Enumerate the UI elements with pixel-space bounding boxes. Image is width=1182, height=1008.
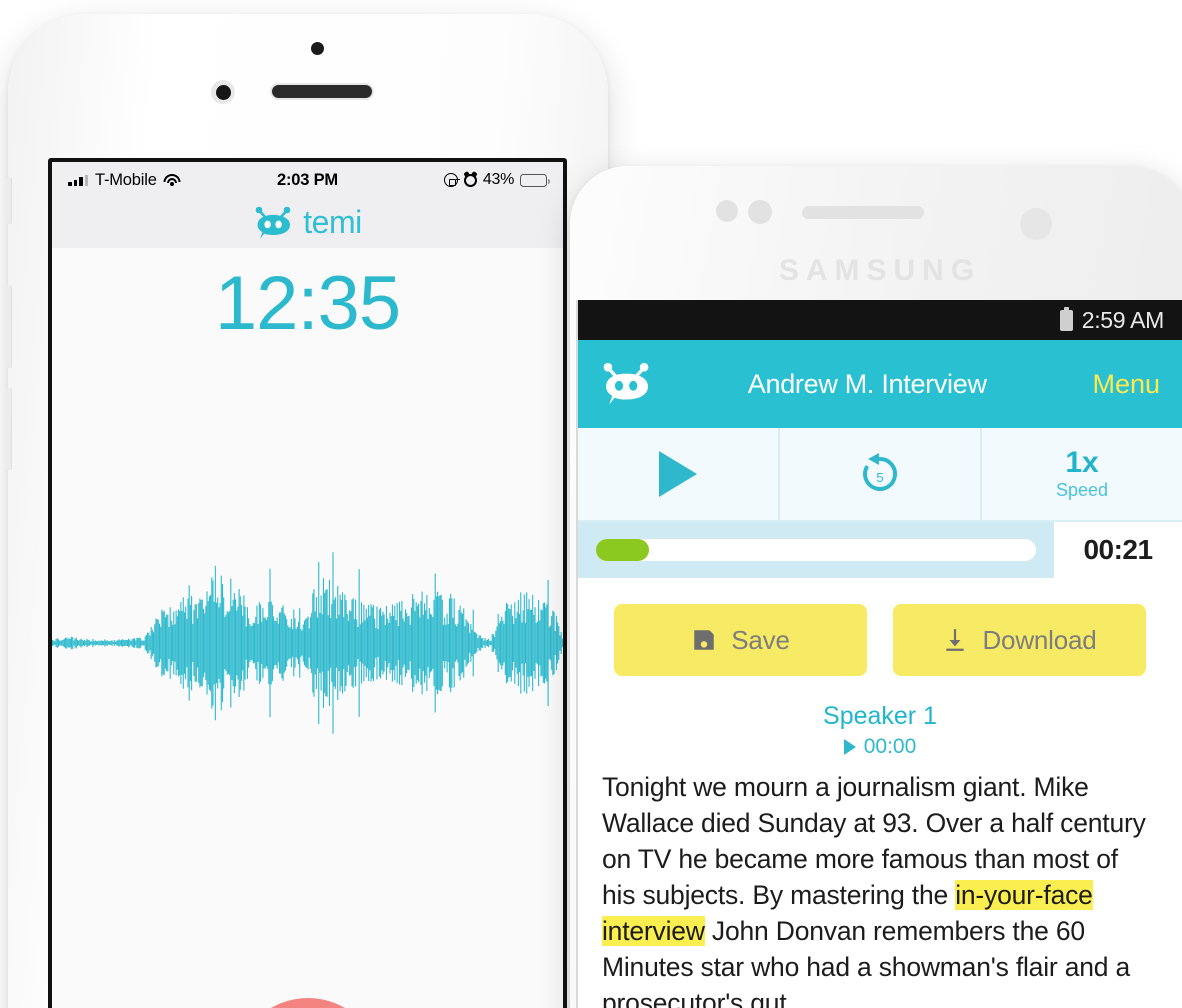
proximity-sensor-icon [748,200,772,224]
rotation-lock-icon [443,173,460,187]
save-button[interactable]: Save [614,604,867,676]
status-bar-time: 2:59 AM [1081,306,1165,333]
save-disk-icon [694,630,715,650]
pause-record-button[interactable] [234,998,381,1008]
transcript-panel[interactable]: Speaker 1 00:00 Tonight we mourn a journ… [578,692,1182,1008]
earpiece-speaker-icon [802,206,924,219]
playback-elapsed-time: 00:21 [1054,522,1182,578]
action-buttons-row: Save Download [578,578,1182,692]
speed-button[interactable]: 1x Speed [982,428,1182,520]
menu-button[interactable]: Menu [1092,369,1160,400]
temi-brand-bar: temi [52,198,563,248]
iphone-volume-down-button[interactable] [5,388,12,470]
play-button[interactable] [578,428,780,520]
rewind-5-icon: 5 [863,453,897,491]
battery-percent-label: 43% [482,171,514,188]
play-small-icon [843,739,856,755]
page-title: Andrew M. Interview [747,368,987,399]
recording-elapsed-time: 12:35 [214,261,401,346]
proximity-sensor-icon [211,80,235,104]
segment-timestamp-label: 00:00 [863,735,917,758]
progress-slider[interactable] [596,539,1036,561]
temi-robot-logo-icon [255,206,291,239]
download-arrow-icon [946,629,965,651]
front-camera-icon [311,42,324,55]
progress-fill [596,539,649,561]
samsung-screen: 2:59 AM Andrew M. Interview Menu 5 1x Sp… [576,300,1182,1008]
download-button-label: Download [982,624,1097,655]
samsung-device: SAMSUNG 2:59 AM Andrew M. Interview Menu [570,166,1182,1008]
transcript-text[interactable]: Tonight we mourn a journalism giant. Mik… [602,769,1158,1008]
battery-icon [520,173,550,187]
save-button-label: Save [731,624,790,655]
screenshot-root: T-Mobile 2:03 PM 43% temi 12:35 SAMSUNG … [0,0,1182,1008]
iphone-status-bar: T-Mobile 2:03 PM 43% [52,162,563,198]
download-button[interactable]: Download [893,604,1146,676]
rewind-5-button[interactable]: 5 [780,428,982,520]
battery-icon [1059,306,1073,331]
segment-timestamp[interactable]: 00:00 [602,735,1158,759]
earpiece-speaker-icon [272,85,372,98]
iphone-volume-up-button[interactable] [5,286,12,368]
android-status-bar: 2:59 AM [578,300,1182,340]
front-camera-icon [1020,208,1052,240]
temi-wordmark: temi [303,203,362,240]
svg-text:5: 5 [876,470,883,485]
samsung-brand-logo: SAMSUNG [778,254,982,287]
sensor-icon [716,200,738,222]
playback-controls: 5 1x Speed [578,428,1182,522]
audio-waveform [52,548,563,738]
play-icon [659,451,697,497]
iphone-device: T-Mobile 2:03 PM 43% temi 12:35 [5,14,611,1008]
app-header: Andrew M. Interview Menu [578,340,1182,428]
playback-progress-row: 00:21 [578,522,1182,578]
speaker-label: Speaker 1 [823,702,937,730]
iphone-mute-switch[interactable] [5,178,12,224]
alarm-clock-icon [463,173,477,187]
iphone-recording-screen: 12:35 [52,248,563,1008]
iphone-screen: T-Mobile 2:03 PM 43% temi 12:35 [48,158,567,1008]
speed-value: 1x [1065,445,1099,479]
speed-label: Speed [1055,479,1109,500]
